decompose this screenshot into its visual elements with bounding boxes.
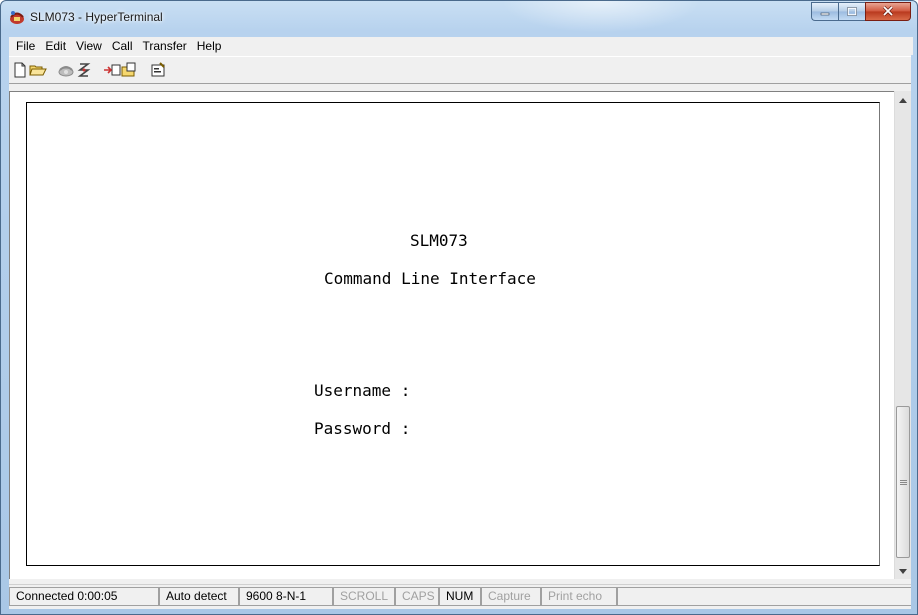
receive-icon[interactable] bbox=[121, 61, 139, 79]
disconnect-icon[interactable] bbox=[75, 61, 93, 79]
send-icon[interactable] bbox=[103, 61, 121, 79]
close-button[interactable] bbox=[865, 2, 911, 21]
username-prompt: Username : bbox=[314, 381, 411, 400]
minimize-button[interactable] bbox=[811, 2, 838, 21]
status-num: NUM bbox=[439, 587, 481, 606]
status-capture: Capture bbox=[481, 587, 541, 606]
close-icon bbox=[882, 5, 894, 19]
password-prompt: Password : bbox=[314, 419, 411, 438]
maximize-button[interactable] bbox=[838, 2, 865, 21]
terminal-screen[interactable]: SLM073 Command Line Interface Username :… bbox=[26, 102, 880, 566]
menu-file[interactable]: File bbox=[11, 37, 40, 55]
client-area: File Edit View Call Transfer Help SLM073… bbox=[9, 37, 913, 609]
toolbar bbox=[9, 56, 911, 84]
status-port-settings: 9600 8-N-1 bbox=[239, 587, 333, 606]
minimize-icon bbox=[820, 5, 830, 19]
title-bar[interactable]: SLM073 - HyperTerminal bbox=[1, 1, 917, 33]
hyperterminal-window: SLM073 - HyperTerminal File Edit View Ca… bbox=[0, 0, 918, 615]
menu-call[interactable]: Call bbox=[107, 37, 138, 55]
scroll-up-button[interactable] bbox=[895, 91, 911, 107]
call-icon[interactable] bbox=[57, 61, 75, 79]
open-icon[interactable] bbox=[29, 61, 47, 79]
new-icon[interactable] bbox=[11, 61, 29, 79]
menu-edit[interactable]: Edit bbox=[40, 37, 71, 55]
terminal-viewport[interactable]: SLM073 Command Line Interface Username :… bbox=[9, 91, 911, 579]
device-name: SLM073 bbox=[410, 231, 468, 250]
scroll-down-arrow-icon bbox=[899, 563, 907, 577]
status-scroll: SCROLL bbox=[333, 587, 395, 606]
menu-transfer[interactable]: Transfer bbox=[138, 37, 192, 55]
status-bar: Connected 0:00:05 Auto detect 9600 8-N-1… bbox=[9, 584, 911, 607]
menu-bar: File Edit View Call Transfer Help bbox=[9, 37, 913, 55]
properties-icon[interactable] bbox=[149, 61, 167, 79]
scroll-down-button[interactable] bbox=[895, 562, 911, 578]
status-empty-pane bbox=[617, 587, 911, 606]
vertical-scrollbar[interactable] bbox=[894, 91, 911, 579]
maximize-icon bbox=[847, 5, 857, 19]
hyperterminal-phone-icon[interactable] bbox=[9, 9, 25, 25]
window-title: SLM073 - HyperTerminal bbox=[30, 10, 163, 24]
scroll-up-arrow-icon bbox=[899, 92, 907, 106]
caption-buttons bbox=[811, 2, 911, 22]
menu-view[interactable]: View bbox=[71, 37, 107, 55]
thumb-grip bbox=[900, 480, 907, 481]
status-print-echo: Print echo bbox=[541, 587, 617, 606]
cli-subtitle: Command Line Interface bbox=[324, 269, 536, 288]
status-emulation: Auto detect bbox=[159, 587, 239, 606]
status-connected: Connected 0:00:05 bbox=[9, 587, 159, 606]
menu-help[interactable]: Help bbox=[192, 37, 227, 55]
status-caps: CAPS bbox=[395, 587, 439, 606]
scroll-thumb[interactable] bbox=[896, 406, 910, 558]
